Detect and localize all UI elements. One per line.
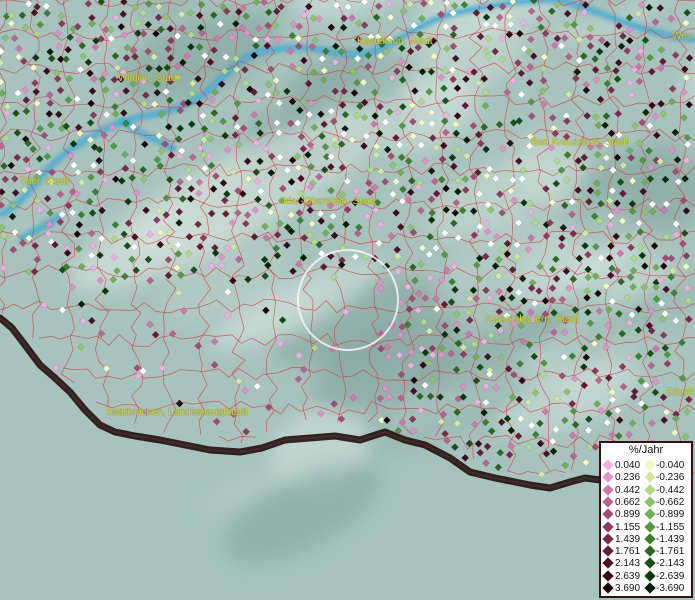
legend-swatch (602, 471, 614, 483)
legend-value: -1.761 (656, 546, 685, 558)
legend-swatch (644, 483, 656, 496)
legend-row: 0.040 -0.040 (601, 459, 691, 471)
legend: %/Jahr 0.040 -0.040 0.236 -0.236 0.442 -0.442… (599, 441, 693, 598)
legend-value: 0.662 (615, 496, 641, 508)
legend-row: 0.442 -0.442 (601, 483, 691, 496)
legend-value: -0.442 (656, 484, 685, 496)
legend-row: 1.155 -1.155 (601, 520, 691, 533)
legend-value: 0.442 (615, 484, 641, 496)
legend-value: -3.690 (656, 583, 685, 594)
legend-row: 0.236 -0.236 (601, 471, 691, 484)
legend-swatch (644, 471, 656, 483)
legend-value: -1.155 (656, 521, 685, 533)
legend-swatch (602, 483, 614, 496)
legend-swatch (602, 570, 614, 582)
city-label-trier: Trier, Stadt (20, 176, 69, 187)
legend-swatch (602, 533, 614, 545)
city-label-wes: Wes (672, 31, 692, 42)
legend-swatch (644, 496, 656, 508)
legend-value: -2.639 (656, 570, 685, 582)
legend-value: 2.143 (615, 558, 641, 570)
legend-swatch (644, 545, 656, 557)
legend-value: 0.040 (615, 460, 641, 471)
legend-swatch (644, 570, 656, 582)
legend-row: 3.690 -3.690 (601, 582, 691, 594)
legend-value: -0.899 (656, 509, 685, 521)
legend-value: 1.439 (615, 533, 641, 545)
legend-row: 0.662 -0.662 (601, 496, 691, 508)
legend-title: %/Jahr (628, 444, 664, 456)
legend-swatch (602, 557, 614, 570)
legend-value: 3.690 (615, 583, 641, 594)
legend-swatch (644, 557, 656, 570)
legend-value: -1.439 (656, 533, 685, 545)
legend-value: 2.639 (615, 570, 641, 582)
legend-swatch (644, 533, 656, 545)
legend-row: 2.143 -2.143 (601, 557, 691, 570)
city-label-kaiserslautern: Kaiserslautern, Stadt (486, 314, 579, 325)
legend-row: 2.639 -2.639 (601, 570, 691, 582)
legend-row: 0.899 -0.899 (601, 508, 691, 521)
legend-value: 0.899 (615, 509, 641, 521)
legend-value: -2.143 (656, 558, 685, 570)
legend-swatch (644, 508, 656, 520)
legend-swatch (644, 520, 656, 533)
legend-value: -0.040 (656, 460, 685, 471)
legend-swatch (602, 496, 614, 508)
legend-row: 1.761 -1.761 (601, 545, 691, 558)
city-label-kastellaun: Kastellaun, Stadt (357, 36, 433, 47)
city-label-bad-kreuznach: Bad Kreuznach, Stadt (531, 137, 629, 148)
city-label-edenk: Edenk (666, 387, 695, 398)
legend-swatch (602, 545, 614, 557)
legend-value: -0.662 (656, 496, 685, 508)
legend-value: -0.236 (656, 472, 685, 484)
city-label-idar-oberstein: Idar-Oberstein, Stadt (283, 196, 376, 207)
map-canvas[interactable] (0, 0, 695, 600)
legend-value: 0.236 (615, 472, 641, 484)
legend-swatch (602, 582, 614, 594)
legend-value: 1.761 (615, 546, 641, 558)
legend-swatch (644, 459, 656, 471)
legend-swatch (602, 520, 614, 533)
legend-row: 1.439 -1.439 (601, 533, 691, 545)
legend-swatch (602, 459, 614, 471)
legend-swatch (644, 582, 656, 594)
legend-value: 1.155 (615, 521, 641, 533)
legend-swatch (602, 508, 614, 520)
city-label-wittlich: Wittlich, Stadt (118, 73, 180, 84)
city-label-saarbruecken: Saarbrücken, Landeshauptstadt (106, 407, 248, 418)
